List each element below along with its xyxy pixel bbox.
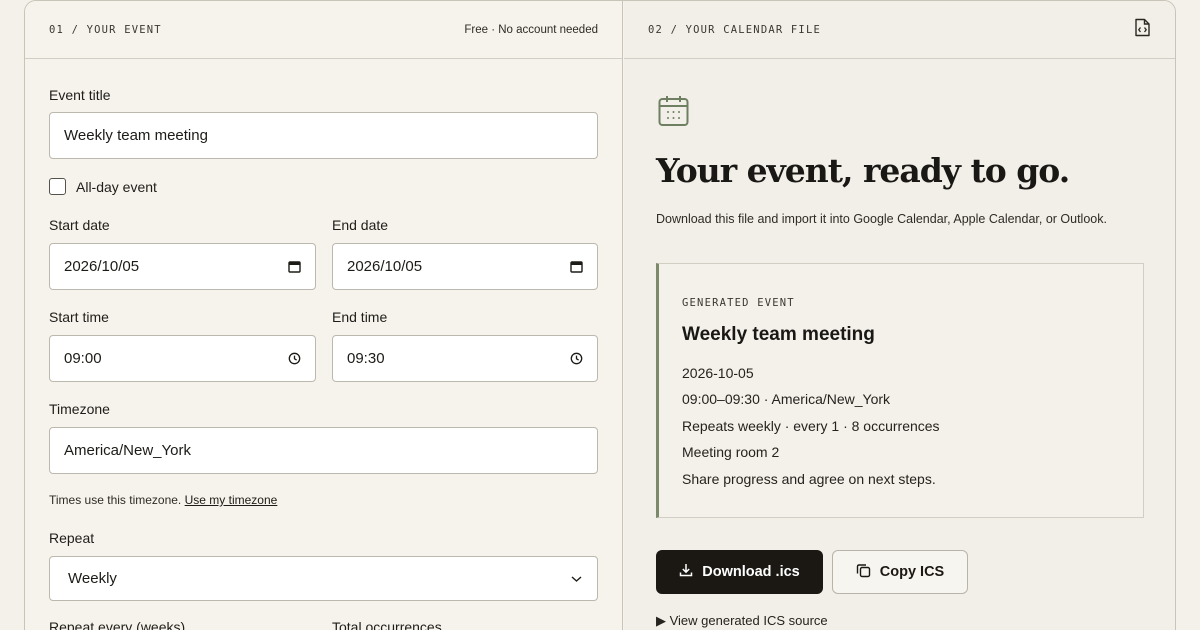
start-time-input[interactable]: 09:00 [49, 335, 316, 382]
app-shell: 01 / YOUR EVENT Free · No account needed… [24, 0, 1176, 630]
event-description: Share progress and agree on next steps. [682, 471, 936, 487]
copy-button-label: Copy ICS [879, 564, 945, 580]
repeat-label: Repeat [49, 530, 95, 546]
end-time-input[interactable]: 09:30 [332, 335, 598, 382]
end-time-label: End time [332, 309, 388, 325]
page-subtitle: Download this file and import it into Go… [656, 212, 1107, 226]
timezone-hint-text: Times use this timezone. [49, 493, 182, 507]
copy-icon [856, 563, 871, 582]
event-panel-label: 01 / YOUR EVENT [49, 23, 162, 36]
start-time-value: 09:00 [64, 350, 102, 367]
total-occurrences-label: Total occurrences [332, 619, 442, 630]
timezone-label: Timezone [49, 401, 110, 417]
calendar-small-icon[interactable] [569, 260, 583, 274]
download-icon [679, 563, 693, 581]
timezone-value: America/New_York [64, 442, 191, 459]
start-date-value: 2026/10/05 [64, 258, 140, 275]
end-date-label: End date [332, 217, 389, 233]
event-location: Meeting room 2 [682, 444, 780, 460]
event-title-input[interactable]: Weekly team meeting [49, 112, 598, 159]
event-form-panel: 01 / YOUR EVENT Free · No account needed… [25, 1, 623, 630]
timezone-input[interactable]: America/New_York [49, 427, 598, 474]
repeat-every-label: Repeat every (weeks) [49, 619, 186, 630]
use-my-timezone-link[interactable]: Use my timezone [185, 493, 278, 507]
download-button-label: Download .ics [702, 564, 800, 580]
clock-icon[interactable] [287, 352, 301, 366]
start-date-input[interactable]: 2026/10/05 [49, 243, 316, 290]
end-date-input[interactable]: 2026/10/05 [332, 243, 598, 290]
copy-ics-button[interactable]: Copy ICS [832, 550, 968, 594]
event-title-label: Event title [49, 87, 111, 103]
calendar-file-panel: 02 / YOUR CALENDAR FILE Your event, read… [624, 1, 1175, 630]
free-note: Free · No account needed [464, 23, 598, 36]
end-date-value: 2026/10/05 [347, 258, 423, 275]
all-day-checkbox[interactable] [49, 178, 66, 195]
repeat-select[interactable]: Weekly [49, 556, 598, 601]
generated-event-title: Weekly team meeting [682, 324, 875, 345]
view-ics-source-toggle[interactable]: ▶ View generated ICS source [656, 613, 828, 629]
all-day-label: All-day event [76, 179, 157, 195]
event-time: 09:00–09:30 · America/New_York [682, 391, 891, 407]
event-title-value: Weekly team meeting [64, 127, 208, 144]
file-code-icon[interactable] [1134, 18, 1151, 42]
start-time-label: Start time [49, 309, 109, 325]
repeat-value: Weekly [68, 570, 117, 587]
event-date: 2026-10-05 [682, 365, 754, 381]
calendar-small-icon[interactable] [287, 260, 301, 274]
chevron-down-icon [569, 572, 583, 586]
event-recurrence: Repeats weekly · every 1 · 8 occurrences [682, 418, 940, 434]
end-time-value: 09:30 [347, 350, 385, 367]
start-date-label: Start date [49, 217, 110, 233]
generated-event-card: GENERATED EVENT Weekly team meeting 2026… [656, 263, 1144, 518]
generated-event-label: GENERATED EVENT [682, 297, 795, 309]
file-panel-header: 02 / YOUR CALENDAR FILE [624, 1, 1175, 59]
timezone-hint: Times use this timezone. Use my timezone [49, 493, 277, 507]
download-ics-button[interactable]: Download .ics [656, 550, 823, 594]
clock-icon[interactable] [569, 352, 583, 366]
file-panel-label: 02 / YOUR CALENDAR FILE [648, 23, 821, 36]
page-title: Your event, ready to go. [656, 151, 1070, 190]
calendar-icon [658, 95, 689, 132]
event-panel-header: 01 / YOUR EVENT Free · No account needed [25, 1, 622, 59]
